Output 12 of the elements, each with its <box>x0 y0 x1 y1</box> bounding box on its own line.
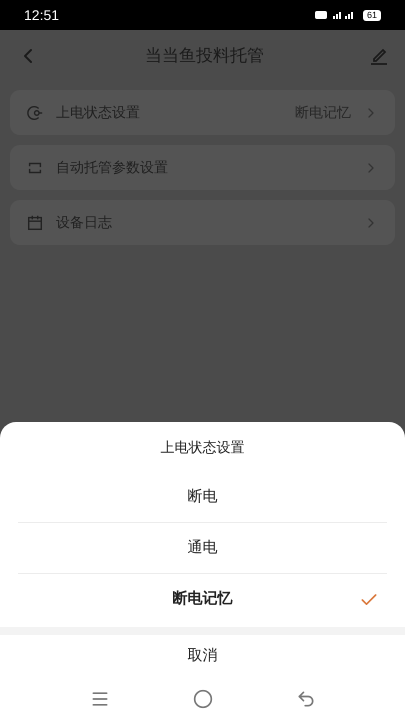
power-plug-icon <box>26 104 44 122</box>
calendar-icon <box>26 214 44 232</box>
option-item[interactable]: 断电记忆 <box>18 574 387 625</box>
home-icon[interactable] <box>192 688 212 708</box>
sheet-title: 上电状态设置 <box>160 438 244 456</box>
back-arrow-icon[interactable] <box>296 688 316 708</box>
battery-indicator: 61 <box>362 10 381 20</box>
status-time: 12:51 <box>24 6 60 24</box>
cancel-button[interactable]: 取消 <box>0 635 405 677</box>
signal-icon <box>314 10 355 20</box>
option-item[interactable]: 断电 <box>18 472 387 523</box>
option-item[interactable]: 通电 <box>18 523 387 574</box>
